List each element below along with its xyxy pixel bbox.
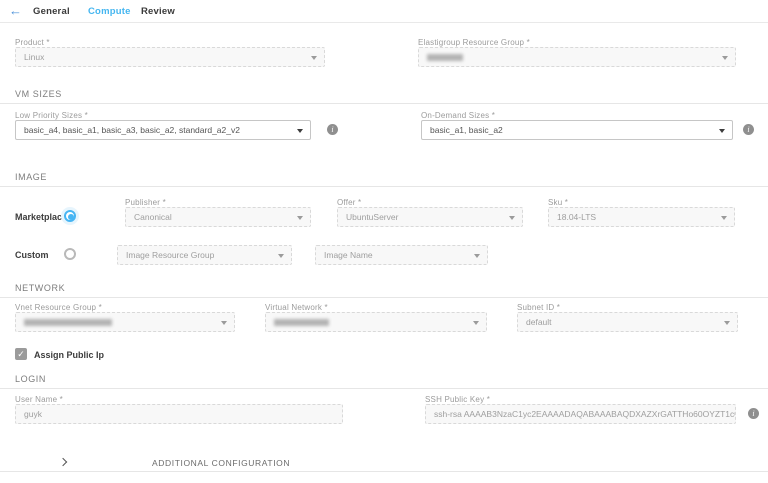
sku-select[interactable]: 18.04-LTS	[548, 207, 735, 227]
info-icon[interactable]: i	[748, 408, 759, 419]
section-title-network: NETWORK	[15, 283, 65, 293]
subnet-id-label: Subnet ID *	[517, 303, 560, 312]
sku-label: Sku *	[548, 198, 568, 207]
compute-settings-page: ← General Compute Review Product * Linux…	[0, 0, 768, 483]
dropdown-caret-icon	[722, 56, 728, 60]
on-demand-sizes-label: On-Demand Sizes *	[421, 111, 495, 120]
on-demand-sizes-value: basic_a1, basic_a2	[430, 125, 503, 135]
custom-radio[interactable]	[64, 248, 76, 260]
info-icon[interactable]: i	[743, 124, 754, 135]
section-title-vm-sizes: VM SIZES	[15, 89, 62, 99]
offer-select[interactable]: UbuntuServer	[337, 207, 523, 227]
elastigroup-resource-group-select[interactable]	[418, 47, 736, 67]
low-priority-sizes-select[interactable]: basic_a4, basic_a1, basic_a3, basic_a2, …	[15, 120, 311, 140]
virtual-network-select[interactable]	[265, 312, 487, 332]
dropdown-caret-icon	[473, 321, 479, 325]
publisher-select[interactable]: Canonical	[125, 207, 311, 227]
dropdown-caret-icon	[221, 321, 227, 325]
redacted-value	[24, 319, 112, 326]
low-priority-sizes-value: basic_a4, basic_a1, basic_a3, basic_a2, …	[24, 125, 240, 135]
user-name-input[interactable]: guyk	[15, 404, 343, 424]
custom-option-label: Custom	[15, 250, 49, 260]
publisher-value: Canonical	[134, 212, 172, 222]
image-name-placeholder: Image Name	[324, 250, 373, 260]
dropdown-caret-icon	[297, 129, 303, 133]
tab-general[interactable]: General	[33, 6, 70, 17]
marketplace-option-label: Marketplace	[15, 212, 67, 222]
vnet-resource-group-select[interactable]	[15, 312, 235, 332]
dropdown-caret-icon	[311, 56, 317, 60]
dropdown-caret-icon	[297, 216, 303, 220]
tab-review[interactable]: Review	[141, 6, 175, 17]
image-resource-group-placeholder: Image Resource Group	[126, 250, 214, 260]
subnet-id-select[interactable]: default	[517, 312, 738, 332]
topbar-divider	[0, 22, 768, 23]
section-divider	[0, 388, 768, 389]
section-divider	[0, 297, 768, 298]
offer-value: UbuntuServer	[346, 212, 398, 222]
dropdown-caret-icon	[278, 254, 284, 258]
back-arrow-icon[interactable]: ←	[9, 3, 22, 18]
ssh-public-key-value: ssh-rsa AAAAB3NzaC1yc2EAAAADAQABAAABAQDX…	[434, 409, 736, 419]
redacted-value	[427, 54, 463, 61]
product-select[interactable]: Linux	[15, 47, 325, 67]
additional-configuration-label: ADDITIONAL CONFIGURATION	[152, 458, 290, 468]
marketplace-radio[interactable]	[64, 210, 76, 222]
dropdown-caret-icon	[719, 129, 725, 133]
dropdown-caret-icon	[724, 321, 730, 325]
assign-public-ip-checkbox[interactable]: ✓	[15, 348, 27, 360]
image-name-select[interactable]: Image Name	[315, 245, 488, 265]
bottom-divider	[0, 471, 768, 472]
publisher-label: Publisher *	[125, 198, 166, 207]
low-priority-sizes-label: Low Priority Sizes *	[15, 111, 88, 120]
dropdown-caret-icon	[721, 216, 727, 220]
section-title-login: LOGIN	[15, 374, 46, 384]
user-name-value: guyk	[24, 409, 42, 419]
virtual-network-label: Virtual Network *	[265, 303, 328, 312]
topbar: ← General Compute Review	[0, 0, 768, 22]
sku-value: 18.04-LTS	[557, 212, 596, 222]
dropdown-caret-icon	[474, 254, 480, 258]
image-resource-group-select[interactable]: Image Resource Group	[117, 245, 292, 265]
assign-public-ip-label: Assign Public Ip	[34, 350, 104, 360]
section-divider	[0, 103, 768, 104]
section-title-image: IMAGE	[15, 172, 47, 182]
tab-compute[interactable]: Compute	[88, 6, 131, 17]
ssh-public-key-label: SSH Public Key *	[425, 395, 490, 404]
additional-configuration-expander[interactable]	[0, 452, 768, 471]
dropdown-caret-icon	[509, 216, 515, 220]
offer-label: Offer *	[337, 198, 361, 207]
info-icon[interactable]: i	[327, 124, 338, 135]
ssh-public-key-input[interactable]: ssh-rsa AAAAB3NzaC1yc2EAAAADAQABAAABAQDX…	[425, 404, 736, 424]
user-name-label: User Name *	[15, 395, 63, 404]
subnet-id-value: default	[526, 317, 552, 327]
product-value: Linux	[24, 52, 44, 62]
product-label: Product *	[15, 38, 50, 47]
on-demand-sizes-select[interactable]: basic_a1, basic_a2	[421, 120, 733, 140]
vnet-resource-group-label: Vnet Resource Group *	[15, 303, 102, 312]
elastigroup-resource-group-label: Elastigroup Resource Group *	[418, 38, 530, 47]
radio-dot	[68, 214, 74, 220]
section-divider	[0, 186, 768, 187]
redacted-value	[274, 319, 329, 326]
